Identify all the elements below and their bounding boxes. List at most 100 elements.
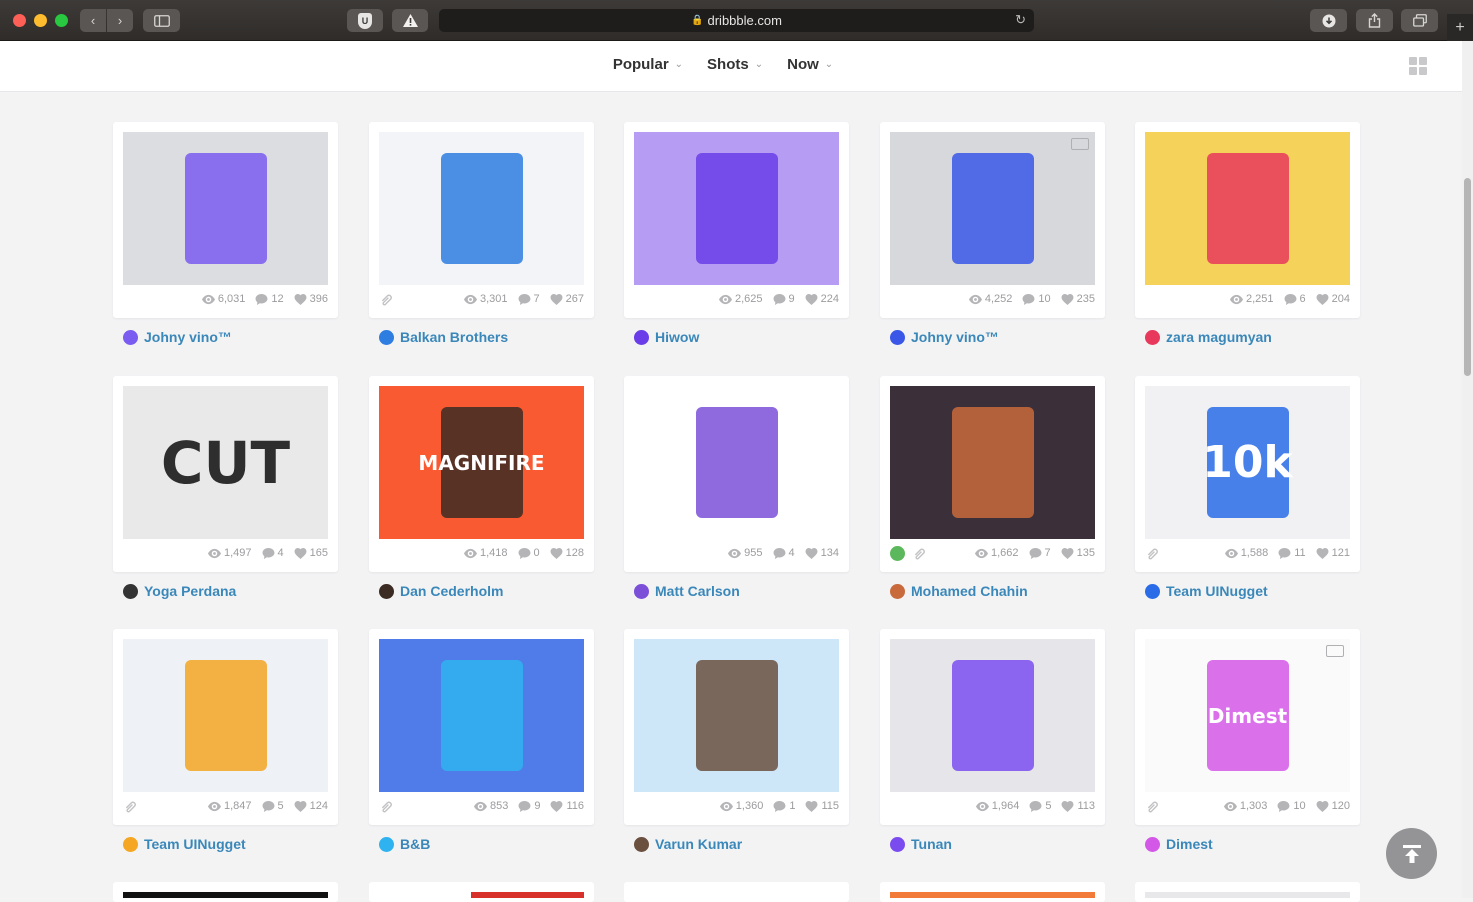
shot-card[interactable]: 1,662 7 135 <box>880 376 1105 572</box>
stat-likes[interactable]: 267 <box>550 293 584 305</box>
warning-extension-button[interactable] <box>392 9 428 32</box>
shot-card[interactable]: 1,847 5 124 <box>113 629 338 825</box>
grid-view-toggle-icon[interactable] <box>1409 57 1427 75</box>
stat-likes[interactable]: 120 <box>1316 800 1350 812</box>
shot-card-partial[interactable] <box>624 882 849 902</box>
scroll-to-top-button[interactable] <box>1386 828 1437 879</box>
ublock-extension-button[interactable]: U <box>347 9 383 32</box>
scrollbar-thumb[interactable] <box>1464 178 1471 376</box>
shot-thumbnail[interactable]: 10k <box>1145 386 1350 539</box>
shot-card[interactable]: 2,251 6 204 <box>1135 122 1360 318</box>
shot-author-link[interactable]: Dan Cederholm <box>379 583 503 599</box>
stat-likes[interactable]: 128 <box>550 547 584 559</box>
shot-author-link[interactable]: Matt Carlson <box>634 583 740 599</box>
shot-author-link[interactable]: Varun Kumar <box>634 836 742 852</box>
shot-thumbnail[interactable]: Dimest <box>1145 639 1350 792</box>
avatar <box>1145 329 1160 345</box>
shot-thumbnail[interactable] <box>1145 132 1350 285</box>
stat-likes[interactable]: 135 <box>1061 547 1095 559</box>
minimize-window-button[interactable] <box>34 14 47 27</box>
shot-thumbnail[interactable] <box>123 639 328 792</box>
shot-author-link[interactable]: Tunan <box>890 836 952 852</box>
stat-likes[interactable]: 121 <box>1316 547 1350 559</box>
shot-author-link[interactable]: Team UINugget <box>1145 583 1268 599</box>
stat-likes[interactable]: 124 <box>294 800 328 812</box>
filter-now-dropdown[interactable]: Now ⌄ <box>787 56 833 73</box>
shot-author-link[interactable]: B&B <box>379 836 430 852</box>
shot-author-link[interactable]: Johny vino™ <box>123 329 232 345</box>
filter-shots-dropdown[interactable]: Shots ⌄ <box>707 56 763 73</box>
filter-popular-dropdown[interactable]: Popular ⌄ <box>613 56 683 73</box>
forward-button[interactable]: › <box>107 9 133 32</box>
shot-card-partial[interactable] <box>1135 882 1360 902</box>
shot-card[interactable]: 2,625 9 224 <box>624 122 849 318</box>
shot-thumbnail[interactable]: CUT <box>123 386 328 539</box>
close-window-button[interactable] <box>13 14 26 27</box>
shot-thumbnail[interactable]: MAGNIFIRE <box>379 386 584 539</box>
new-tab-button[interactable]: + <box>1447 14 1473 41</box>
stat-likes[interactable]: 113 <box>1061 800 1095 812</box>
shot-card-partial[interactable] <box>880 882 1105 902</box>
stat-value: 135 <box>1076 547 1095 559</box>
shot-thumbnail[interactable] <box>890 639 1095 792</box>
shot-thumbnail[interactable] <box>379 639 584 792</box>
shot-thumbnail[interactable] <box>634 132 839 285</box>
stat-likes[interactable]: 165 <box>294 547 328 559</box>
shot-card[interactable]: 3,301 7 267 <box>369 122 594 318</box>
share-button[interactable] <box>1356 9 1393 32</box>
avatar <box>890 583 905 599</box>
shot-thumbnail[interactable] <box>379 132 584 285</box>
stat-likes[interactable]: 115 <box>805 800 839 812</box>
scrollbar-track[interactable] <box>1462 41 1473 898</box>
reload-icon[interactable]: ↻ <box>1015 12 1026 28</box>
stat-likes[interactable]: 116 <box>550 800 584 812</box>
shot-thumbnail[interactable] <box>123 132 328 285</box>
shot-thumbnail[interactable] <box>890 386 1095 539</box>
shot-card-partial[interactable] <box>113 882 338 902</box>
shot-author-link[interactable]: Team UINugget <box>123 836 246 852</box>
stat-likes[interactable]: 396 <box>294 293 328 305</box>
shot-author-link[interactable]: Hiwow <box>634 329 699 345</box>
tab-overview-button[interactable] <box>1401 9 1438 32</box>
shot-card[interactable]: Dimest 1,303 10 120 <box>1135 629 1360 825</box>
shot-card[interactable]: 10k 1,588 11 121 <box>1135 376 1360 572</box>
attachment-icon[interactable] <box>1145 800 1161 813</box>
attachment-icon[interactable] <box>912 547 928 560</box>
shot-author-link[interactable]: Mohamed Chahin <box>890 583 1028 599</box>
shot-thumbnail[interactable] <box>634 639 839 792</box>
address-bar[interactable]: 🔒 dribbble.com ↻ <box>439 9 1034 32</box>
shot-author-link[interactable]: Dimest <box>1145 836 1213 852</box>
stat-likes[interactable]: 204 <box>1316 293 1350 305</box>
back-button[interactable]: ‹ <box>80 9 106 32</box>
shot-author-link[interactable]: Johny vino™ <box>890 329 999 345</box>
shot-author-link[interactable]: Balkan Brothers <box>379 329 508 345</box>
shot-author-link[interactable]: zara magumyan <box>1145 329 1272 345</box>
downloads-button[interactable] <box>1310 9 1347 32</box>
shot-thumbnail[interactable] <box>634 386 839 539</box>
sidebar-toggle-button[interactable] <box>143 9 180 32</box>
shot-card[interactable]: CUT 1,497 4 165 <box>113 376 338 572</box>
shot-card[interactable]: 6,031 12 396 <box>113 122 338 318</box>
eye-icon <box>974 548 988 559</box>
stat-likes[interactable]: 224 <box>805 293 839 305</box>
attachment-icon[interactable] <box>379 293 395 306</box>
shot-author-link[interactable]: Yoga Perdana <box>123 583 236 599</box>
attachment-icon[interactable] <box>379 800 395 813</box>
author-name: Yoga Perdana <box>144 583 237 599</box>
attachment-icon[interactable] <box>123 800 139 813</box>
shot-card-partial[interactable] <box>369 882 594 902</box>
shot-card[interactable]: 1,964 5 113 <box>880 629 1105 825</box>
stat-likes[interactable]: 235 <box>1061 293 1095 305</box>
shot-card[interactable]: 955 4 134 <box>624 376 849 572</box>
rebound-icon[interactable] <box>890 546 905 561</box>
shot-card[interactable]: 1,360 1 115 <box>624 629 849 825</box>
shot-card[interactable]: MAGNIFIRE 1,418 0 128 <box>369 376 594 572</box>
shot-thumbnail[interactable] <box>890 132 1095 285</box>
stat-comments: 0 <box>518 547 540 559</box>
shot-card[interactable]: 853 9 116 <box>369 629 594 825</box>
filter-label: Shots <box>707 56 749 73</box>
attachment-icon[interactable] <box>1145 547 1161 560</box>
stat-likes[interactable]: 134 <box>805 547 839 559</box>
zoom-window-button[interactable] <box>55 14 68 27</box>
shot-card[interactable]: 4,252 10 235 <box>880 122 1105 318</box>
